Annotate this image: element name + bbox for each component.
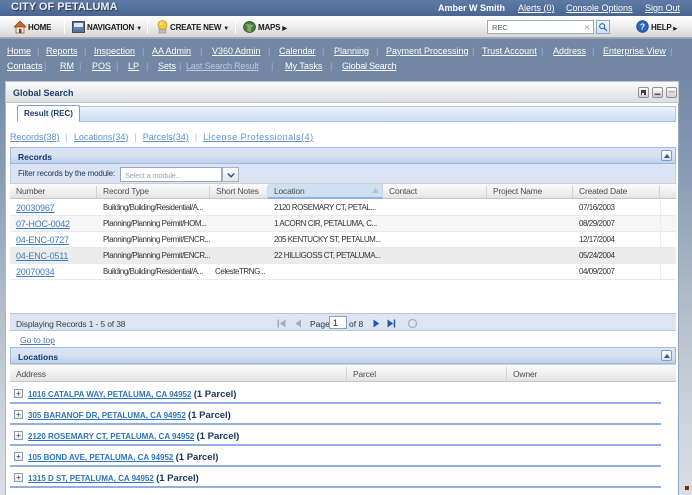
- svg-text:?: ?: [640, 21, 645, 31]
